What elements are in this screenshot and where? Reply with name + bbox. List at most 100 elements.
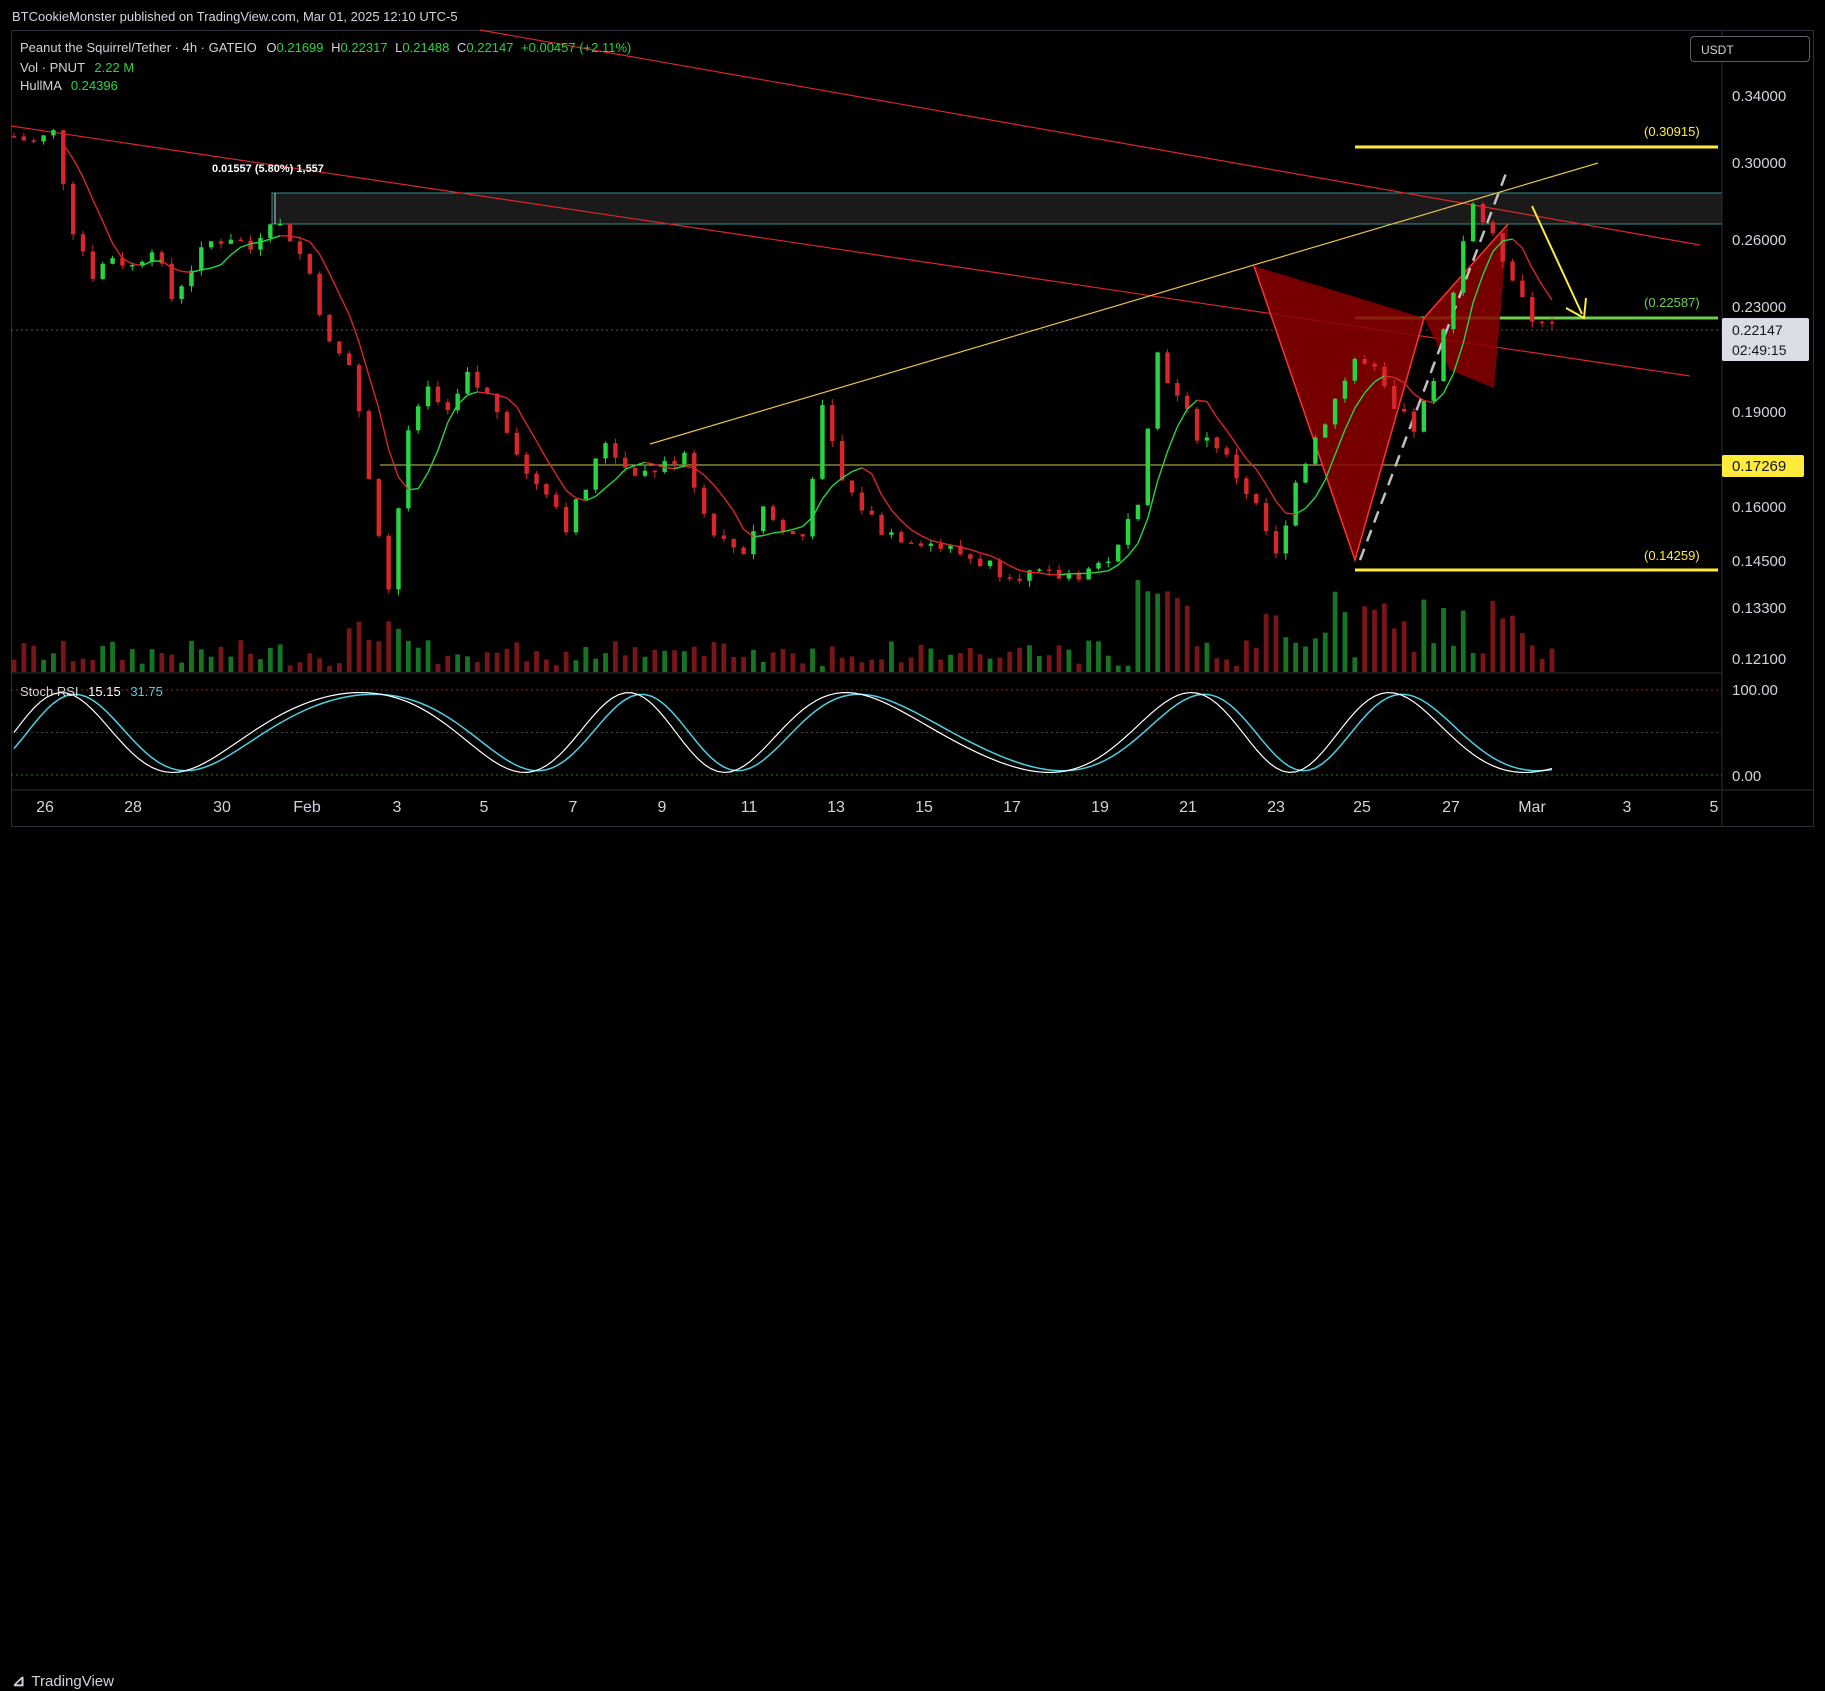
drawing-lines xyxy=(11,30,1722,570)
hma-segment xyxy=(369,376,379,409)
candle-body xyxy=(1530,297,1534,322)
hma-segment xyxy=(566,491,576,498)
volume-bar xyxy=(741,657,746,672)
volume-bar xyxy=(426,640,431,672)
tradingview-logo[interactable]: ⊿ TradingView xyxy=(12,1671,114,1691)
volume-bar xyxy=(436,664,441,672)
time-tick-label: Mar xyxy=(1518,799,1546,816)
hma-segment xyxy=(822,486,832,499)
volume-bar xyxy=(248,654,253,672)
volume-bar xyxy=(495,653,500,672)
volume-bars xyxy=(12,580,1555,672)
volume-bar xyxy=(150,649,155,672)
volume-bar xyxy=(12,660,17,672)
hma-segment xyxy=(1168,427,1178,452)
hma-segment xyxy=(734,511,744,529)
volume-bar xyxy=(712,642,717,672)
volume-bar xyxy=(534,651,539,672)
time-tick-label: 26 xyxy=(36,799,54,816)
candle-body xyxy=(988,561,992,566)
volume-bar xyxy=(1293,643,1298,672)
low-value: 0.21488 xyxy=(402,40,449,55)
hma-segment xyxy=(1207,401,1217,417)
hma-segment xyxy=(231,247,241,255)
candle-body xyxy=(357,365,361,411)
currency-selector[interactable]: USDT xyxy=(1690,36,1810,62)
candle-body xyxy=(889,532,893,535)
volume-bar xyxy=(1126,666,1131,672)
time-tick-label: 3 xyxy=(393,799,402,816)
candle-body xyxy=(150,252,154,262)
hma-label: HullMA xyxy=(20,78,61,93)
volume-bar xyxy=(978,654,983,672)
volume-bar xyxy=(1313,638,1318,672)
volume-bar xyxy=(652,650,657,672)
candle-body xyxy=(712,514,716,536)
hma-segment xyxy=(1059,574,1069,575)
hma-segment xyxy=(418,472,428,488)
volume-bar xyxy=(1264,614,1269,672)
candle-body xyxy=(1392,386,1396,409)
candle-body xyxy=(91,251,95,278)
candle-body xyxy=(1402,409,1406,412)
volume-value: 2.22 M xyxy=(94,60,134,75)
hma-segment xyxy=(645,462,655,464)
volume-bar xyxy=(1510,616,1515,672)
candle-body xyxy=(820,405,824,479)
volume-bar xyxy=(1047,655,1052,672)
candle-body xyxy=(633,468,637,476)
hma-segment xyxy=(1256,469,1266,484)
volume-bar xyxy=(1362,606,1367,672)
hma-segment xyxy=(103,221,113,243)
volume-bar xyxy=(1205,643,1210,672)
volume-bar xyxy=(1155,594,1160,672)
candle-body xyxy=(12,136,16,138)
candle-body xyxy=(909,543,913,545)
hma-segment xyxy=(1522,248,1532,268)
candle-body xyxy=(1116,545,1120,562)
candle-body xyxy=(554,495,558,507)
candle-body xyxy=(465,372,469,394)
candle-body xyxy=(643,471,647,476)
candle-body xyxy=(1096,563,1100,569)
hma-segment xyxy=(428,450,438,472)
volume-bar xyxy=(317,658,322,672)
candle-body xyxy=(1205,437,1209,440)
price-tick-label: 0.19000 xyxy=(1732,404,1786,421)
volume-bar xyxy=(1106,656,1111,672)
volume-bar xyxy=(258,659,263,672)
candle-body xyxy=(574,499,578,532)
candle-body xyxy=(446,402,450,410)
volume-bar xyxy=(1145,591,1150,672)
hma-segment xyxy=(1542,285,1552,300)
pattern-triangle-left xyxy=(1254,266,1424,560)
price-tick-label: 0.14500 xyxy=(1732,553,1786,570)
volume-bar xyxy=(938,659,943,672)
volume-bar xyxy=(1461,611,1466,672)
hma-segment xyxy=(1108,565,1118,571)
hma-segment xyxy=(1158,451,1168,481)
volume-bar xyxy=(228,657,233,672)
candle-body xyxy=(1086,569,1090,580)
hma-segment xyxy=(1138,518,1148,543)
current-price-countdown: 02:49:15 xyxy=(1732,342,1787,358)
price-chart[interactable]: 0.340000.300000.260000.230000.190000.160… xyxy=(0,0,1825,867)
hma-segment xyxy=(882,495,892,510)
volume-bar xyxy=(357,622,362,672)
candle-body xyxy=(544,484,548,494)
hma-segment xyxy=(990,556,1000,561)
volume-bar xyxy=(1067,650,1072,672)
volume-bar xyxy=(731,657,736,672)
volume-bar xyxy=(928,649,933,672)
candle-body xyxy=(288,224,292,241)
volume-bar xyxy=(268,648,273,672)
volume-bar xyxy=(583,647,588,672)
hma-segment xyxy=(379,408,389,449)
volume-bar xyxy=(1027,645,1032,672)
time-tick-label: 9 xyxy=(658,799,667,816)
candle-body xyxy=(209,241,213,247)
candle-body xyxy=(1353,359,1357,381)
candle-body xyxy=(1284,526,1288,554)
volume-bar xyxy=(1392,628,1397,672)
volume-bar xyxy=(1333,592,1338,672)
